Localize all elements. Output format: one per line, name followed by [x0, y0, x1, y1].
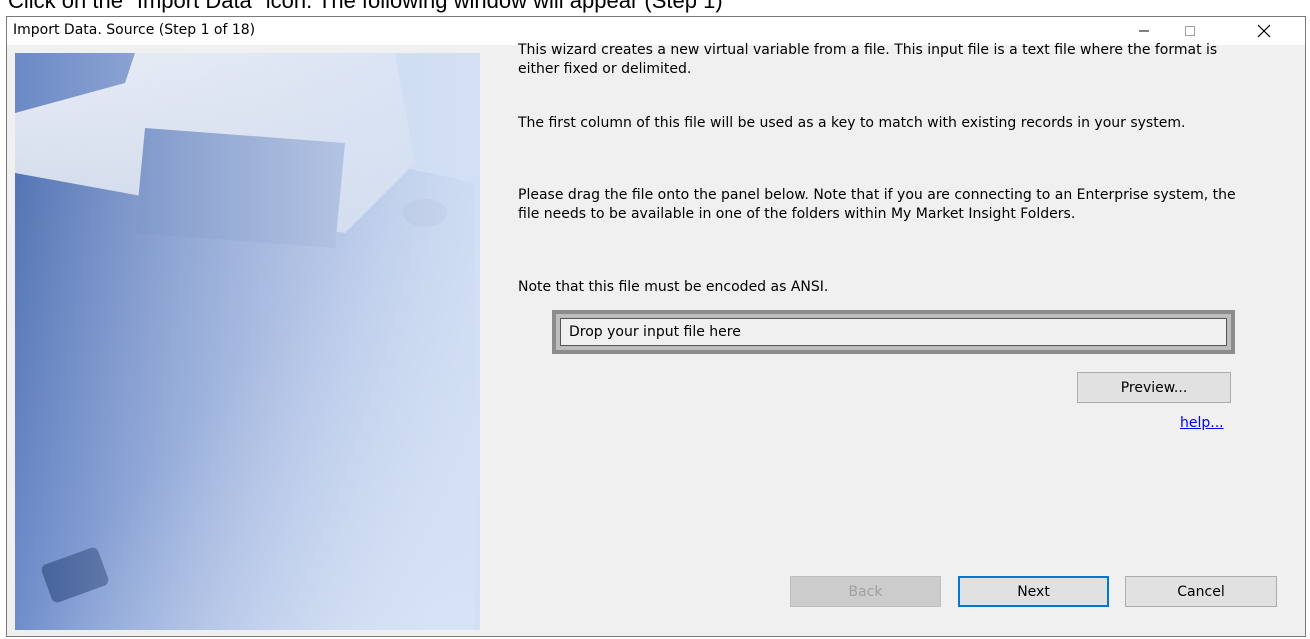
- window-title: Import Data. Source (Step 1 of 18): [13, 22, 256, 38]
- close-icon: [1257, 24, 1271, 38]
- wizard-side-image: [15, 53, 480, 630]
- minimize-icon: [1139, 30, 1149, 32]
- cancel-button[interactable]: Cancel: [1125, 576, 1277, 607]
- encoding-note-paragraph: Note that this file must be encoded as A…: [518, 279, 829, 295]
- intro-paragraph: This wizard creates a new virtual variab…: [518, 42, 1218, 77]
- key-column-paragraph: The first column of this file will be us…: [518, 115, 1186, 131]
- drag-file-paragraph: Please drag the file onto the panel belo…: [518, 187, 1236, 222]
- page-caption: Click on the "Import Data" icon. The fol…: [8, 0, 723, 13]
- next-button[interactable]: Next: [958, 576, 1109, 607]
- maximize-icon: [1185, 26, 1195, 36]
- preview-button[interactable]: Preview...: [1077, 372, 1231, 403]
- drop-panel-label: Drop your input file here: [560, 318, 1227, 346]
- file-drop-panel[interactable]: Drop your input file here: [552, 310, 1235, 354]
- back-button[interactable]: Back: [790, 576, 941, 607]
- floppy-disk-icon: [15, 53, 480, 630]
- help-link[interactable]: help...: [1180, 415, 1224, 431]
